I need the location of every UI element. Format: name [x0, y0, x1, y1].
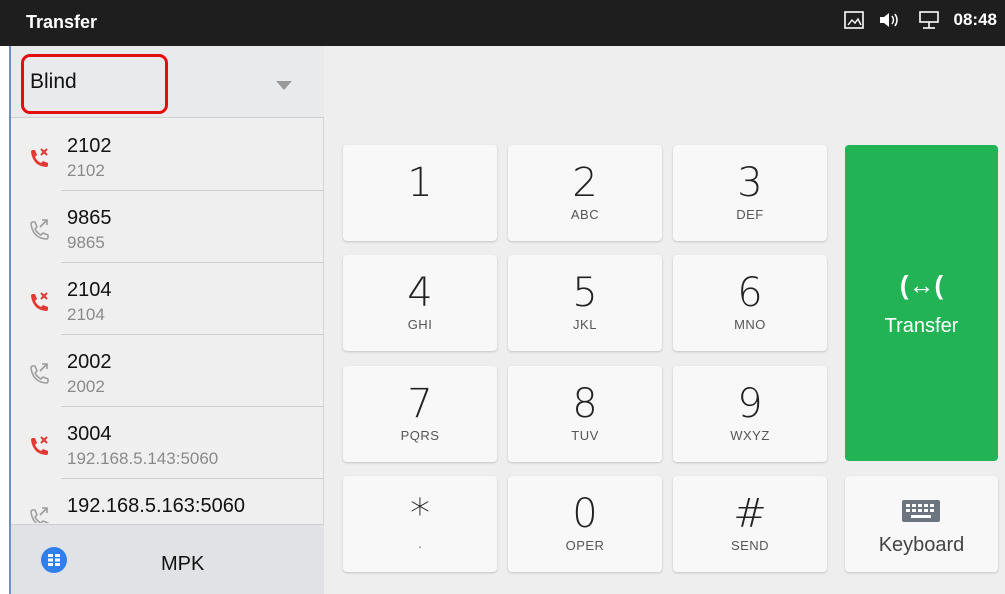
key-digit: 4 [407, 270, 433, 316]
outgoing-call-icon [27, 506, 49, 523]
clock: 08:48 [953, 10, 997, 29]
volume-icon [878, 11, 904, 29]
call-history-item[interactable]: 3004 192.168.5.143:5060 [11, 407, 324, 479]
missed-call-icon [27, 146, 49, 173]
outgoing-call-icon [27, 362, 49, 389]
key-digit: 3 [737, 160, 763, 206]
key-letters: ABC [570, 207, 600, 222]
missed-call-icon [27, 434, 49, 461]
mpk-icon [41, 547, 67, 578]
transfer-label: Transfer [884, 315, 959, 337]
key-digit: 6 [737, 270, 763, 316]
key-star[interactable]: * · [343, 476, 497, 572]
call-name: 2102 [67, 135, 112, 157]
key-letters: GHI [407, 317, 433, 332]
key-6[interactable]: 6 MNO [673, 255, 827, 351]
key-letters: PQRS [400, 428, 440, 443]
missed-call-icon [27, 290, 49, 317]
key-digit: 1 [407, 160, 433, 206]
key-letters: MNO [734, 317, 766, 332]
key-hash[interactable]: # SEND [673, 476, 827, 572]
key-7[interactable]: 7 PQRS [343, 366, 497, 462]
key-digit: 8 [572, 381, 598, 427]
key-letters: TUV [571, 428, 599, 443]
key-digit: 7 [407, 381, 433, 427]
key-letters: JKL [573, 317, 597, 332]
call-name: 3004 [67, 423, 112, 445]
key-0[interactable]: 0 OPER [508, 476, 662, 572]
transfer-mode-value: Blind [30, 70, 77, 93]
key-9[interactable]: 9 WXYZ [673, 366, 827, 462]
keyboard-label: Keyboard [878, 534, 965, 556]
call-number: 9865 [67, 233, 105, 252]
key-8[interactable]: 8 TUV [508, 366, 662, 462]
call-name: 192.168.5.163:5060 [67, 495, 245, 517]
screen-title: Transfer [26, 12, 98, 32]
screenshot-icon [843, 11, 864, 29]
key-5[interactable]: 5 JKL [508, 255, 662, 351]
call-history-item[interactable]: 2102 2102 [11, 119, 324, 191]
call-history-item[interactable]: 2002 2002 [11, 335, 324, 407]
key-digit: 0 [572, 491, 598, 537]
mpk-label: MPK [161, 553, 205, 575]
mpk-bar[interactable]: MPK [11, 524, 324, 594]
keyboard-button[interactable]: Keyboard [845, 476, 998, 572]
outgoing-call-icon [27, 218, 49, 245]
transfer-button[interactable]: (↔( Transfer [845, 145, 998, 461]
key-2[interactable]: 2 ABC [508, 145, 662, 241]
key-digit: * [410, 491, 430, 537]
call-name: 9865 [67, 207, 112, 229]
call-name: 2104 [67, 279, 112, 301]
call-history-item[interactable]: 9865 9865 [11, 191, 324, 263]
key-digit: 5 [572, 270, 598, 316]
keyboard-icon [902, 500, 940, 527]
network-icon [918, 10, 940, 30]
transfer-mode-dropdown[interactable]: Blind [11, 46, 324, 118]
call-name: 2002 [67, 351, 112, 373]
transfer-screen: Blind 2102 2102 9865 9865 2104 2104 2002… [9, 46, 1005, 594]
status-bar: Transfer 08:48 [0, 0, 1005, 46]
key-letters: WXYZ [730, 428, 770, 443]
left-panel: Blind 2102 2102 9865 9865 2104 2104 2002… [11, 46, 324, 594]
transfer-icon: (↔( [899, 270, 944, 300]
key-letters: · [417, 538, 423, 554]
call-number: 2002 [67, 377, 105, 396]
key-1[interactable]: 1 [343, 145, 497, 241]
key-letters: OPER [565, 538, 605, 553]
call-history-item[interactable]: 2104 2104 [11, 263, 324, 335]
call-number: 2102 [67, 161, 105, 180]
call-history-item[interactable]: 192.168.5.163:5060 [11, 479, 324, 523]
key-letters: SEND [730, 538, 770, 553]
status-icons: 08:48 [843, 10, 997, 30]
key-4[interactable]: 4 GHI [343, 255, 497, 351]
call-number: 192.168.5.143:5060 [67, 449, 219, 468]
key-digit: 2 [572, 160, 598, 206]
key-digit: # [733, 491, 767, 537]
call-number: 2104 [67, 305, 105, 324]
key-3[interactable]: 3 DEF [673, 145, 827, 241]
chevron-down-icon [276, 77, 292, 95]
key-letters: DEF [736, 207, 764, 222]
call-history-list[interactable]: 2102 2102 9865 9865 2104 2104 2002 2002 … [11, 119, 324, 523]
key-digit: 9 [737, 381, 763, 427]
